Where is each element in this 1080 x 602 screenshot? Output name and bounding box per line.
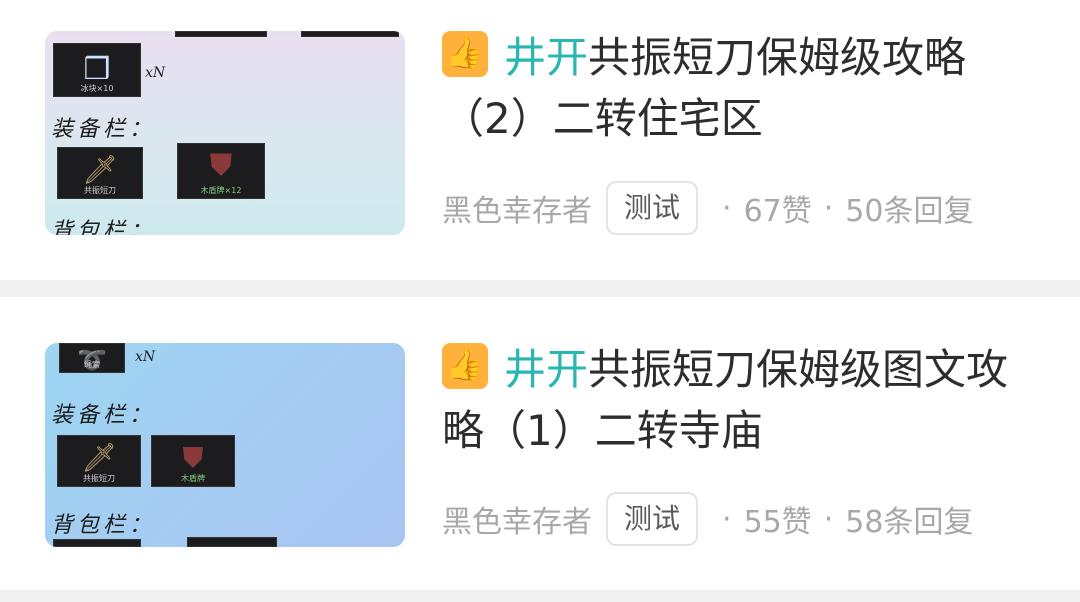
- post-meta: 黑色幸存者 测试 · 67赞 · 50条回复: [442, 181, 974, 235]
- reply-count: 50条回复: [845, 194, 974, 229]
- shield-icon: ⛊: [209, 148, 233, 183]
- post-card[interactable]: ➰ 绳索 xN 装备栏： 🗡 共振短刀 ⛊ 木盾牌 背包栏： 👍 井开共振短刀保姆…: [0, 297, 1080, 590]
- item-slot-ice: ❒ 冰块×10: [53, 43, 141, 97]
- item-slot-bottom: [53, 539, 141, 547]
- like-count: 55赞: [743, 505, 812, 540]
- item-slot-shield: ⛊ 木盾牌: [151, 435, 235, 487]
- post-meta: 黑色幸存者 测试 · 55赞 · 58条回复: [442, 492, 974, 546]
- category-tag[interactable]: 测试: [606, 181, 699, 235]
- item-slot-top: [175, 31, 267, 37]
- item-slot-top: [301, 31, 399, 37]
- post-title[interactable]: 👍 井开共振短刀保姆级攻略（2）二转住宅区: [442, 27, 1042, 149]
- knife-icon: 🗡: [81, 441, 117, 474]
- thumbs-up-icon: 👍: [442, 31, 488, 77]
- separator-dot: ·: [823, 501, 834, 537]
- thumbs-up-icon: 👍: [442, 343, 488, 389]
- knife-icon: 🗡: [82, 153, 118, 186]
- author-name[interactable]: 黑色幸存者: [442, 497, 592, 541]
- shield-icon: ⛊: [182, 441, 204, 474]
- quantity-label: xN: [135, 349, 156, 365]
- title-highlight: 井开: [504, 345, 589, 394]
- item-slot-knife: 🗡 共振短刀: [57, 147, 143, 199]
- separator-dot: ·: [823, 190, 834, 226]
- bag-label: 背包栏：: [51, 513, 156, 538]
- post-card[interactable]: ❒ 冰块×10 xN 装备栏： 🗡 共振短刀 ⛊ 木盾牌×12 背包栏： 👍 井开…: [0, 0, 1080, 280]
- like-count: 67赞: [743, 194, 812, 229]
- post-thumbnail[interactable]: ➰ 绳索 xN 装备栏： 🗡 共振短刀 ⛊ 木盾牌 背包栏：: [45, 343, 405, 547]
- quantity-label: xN: [145, 65, 166, 81]
- post-title[interactable]: 👍 井开共振短刀保姆级图文攻略（1）二转寺庙: [442, 339, 1042, 461]
- item-slot-knife: 🗡 共振短刀: [57, 435, 141, 487]
- author-name[interactable]: 黑色幸存者: [442, 186, 592, 230]
- item-slot-bottom: [187, 537, 277, 547]
- item-slot-shield: ⛊ 木盾牌×12: [177, 143, 265, 199]
- separator-dot: ·: [722, 190, 732, 226]
- separator-dot: ·: [722, 501, 732, 537]
- item-slot-rope: ➰ 绳索: [59, 343, 125, 374]
- category-tag[interactable]: 测试: [606, 492, 699, 546]
- title-highlight: 井开: [504, 33, 589, 82]
- reply-count: 58条回复: [845, 505, 974, 540]
- equip-label: 装备栏：: [51, 117, 156, 142]
- equip-label: 装备栏：: [51, 403, 156, 428]
- post-thumbnail[interactable]: ❒ 冰块×10 xN 装备栏： 🗡 共振短刀 ⛊ 木盾牌×12 背包栏：: [45, 31, 405, 235]
- bag-label: 背包栏：: [51, 219, 156, 235]
